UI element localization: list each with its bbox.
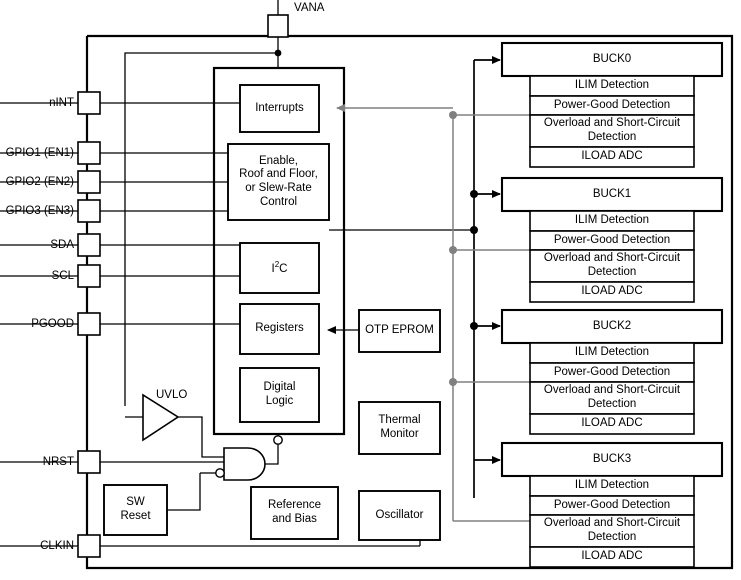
buck3-row-overload-short-circuit-detection: Overload and Short-Circuit Detection bbox=[543, 517, 681, 543]
buck2-row-power-good-detection: Power-Good Detection bbox=[553, 365, 671, 378]
buck2-row-overload-short-circuit-detection: Overload and Short-Circuit Detection bbox=[543, 384, 681, 410]
pin-label-gpio2: GPIO2 (EN2) bbox=[5, 176, 74, 188]
buck2-row-iload-adc: ILOAD ADC bbox=[581, 417, 643, 430]
block-label-digital-logic: Digital Logic bbox=[263, 381, 296, 407]
pin-label-gpio3: GPIO3 (EN3) bbox=[5, 205, 74, 217]
block-label-sw-reset: SW Reset bbox=[120, 496, 151, 522]
buck2-row-ilim-detection: ILIM Detection bbox=[574, 346, 650, 359]
pin-label-nrst: NRST bbox=[42, 456, 74, 468]
buck0-row-ilim-detection: ILIM Detection bbox=[574, 79, 650, 92]
pin-label-nint: nINT bbox=[49, 97, 74, 109]
pin-label-vana: VANA bbox=[294, 2, 325, 14]
buck3-row-power-good-detection: Power-Good Detection bbox=[553, 498, 671, 511]
buck3-title: BUCK3 bbox=[592, 452, 632, 465]
buck0-row-overload-short-circuit-detection: Overload and Short-Circuit Detection bbox=[543, 117, 681, 143]
block-label-i2c: I2C bbox=[271, 259, 288, 275]
pin-label-clkin: CLKIN bbox=[40, 540, 74, 552]
block-label-interrupts: Interrupts bbox=[255, 101, 304, 114]
buck1-row-ilim-detection: ILIM Detection bbox=[574, 214, 650, 227]
buck3-row-ilim-detection: ILIM Detection bbox=[574, 479, 650, 492]
buck0-title: BUCK0 bbox=[592, 52, 632, 65]
buck1-row-iload-adc: ILOAD ADC bbox=[581, 285, 643, 298]
buck0-row-iload-adc: ILOAD ADC bbox=[581, 150, 643, 163]
block-diagram: VANA nINT GPIO1 (EN1) GPIO2 (EN2) GPIO3 … bbox=[0, 0, 741, 580]
buck0-row-power-good-detection: Power-Good Detection bbox=[553, 98, 671, 111]
pin-label-gpio1: GPIO1 (EN1) bbox=[5, 147, 74, 159]
buck2-title: BUCK2 bbox=[592, 319, 632, 332]
pin-label-sda: SDA bbox=[50, 239, 74, 251]
block-label-oscillator: Oscillator bbox=[375, 508, 424, 521]
block-label-enable-control: Enable, Roof and Floor, or Slew-Rate Con… bbox=[239, 154, 318, 208]
buck1-row-overload-short-circuit-detection: Overload and Short-Circuit Detection bbox=[543, 252, 681, 278]
buck3-row-iload-adc: ILOAD ADC bbox=[581, 550, 643, 563]
buck1-row-power-good-detection: Power-Good Detection bbox=[553, 233, 671, 246]
block-label-otp-eprom: OTP EPROM bbox=[365, 324, 434, 337]
uvlo-comparator bbox=[125, 393, 224, 458]
buck1-title: BUCK1 bbox=[592, 187, 632, 200]
block-label-thermal-monitor: Thermal Monitor bbox=[378, 414, 421, 440]
pin-label-pgood: PGOOD bbox=[31, 318, 74, 330]
pin-label-scl: SCL bbox=[51, 270, 74, 282]
block-label-registers: Registers bbox=[255, 322, 304, 335]
uvlo-label: UVLO bbox=[156, 389, 188, 401]
block-label-reference-and-bias: Reference and Bias bbox=[267, 499, 322, 525]
